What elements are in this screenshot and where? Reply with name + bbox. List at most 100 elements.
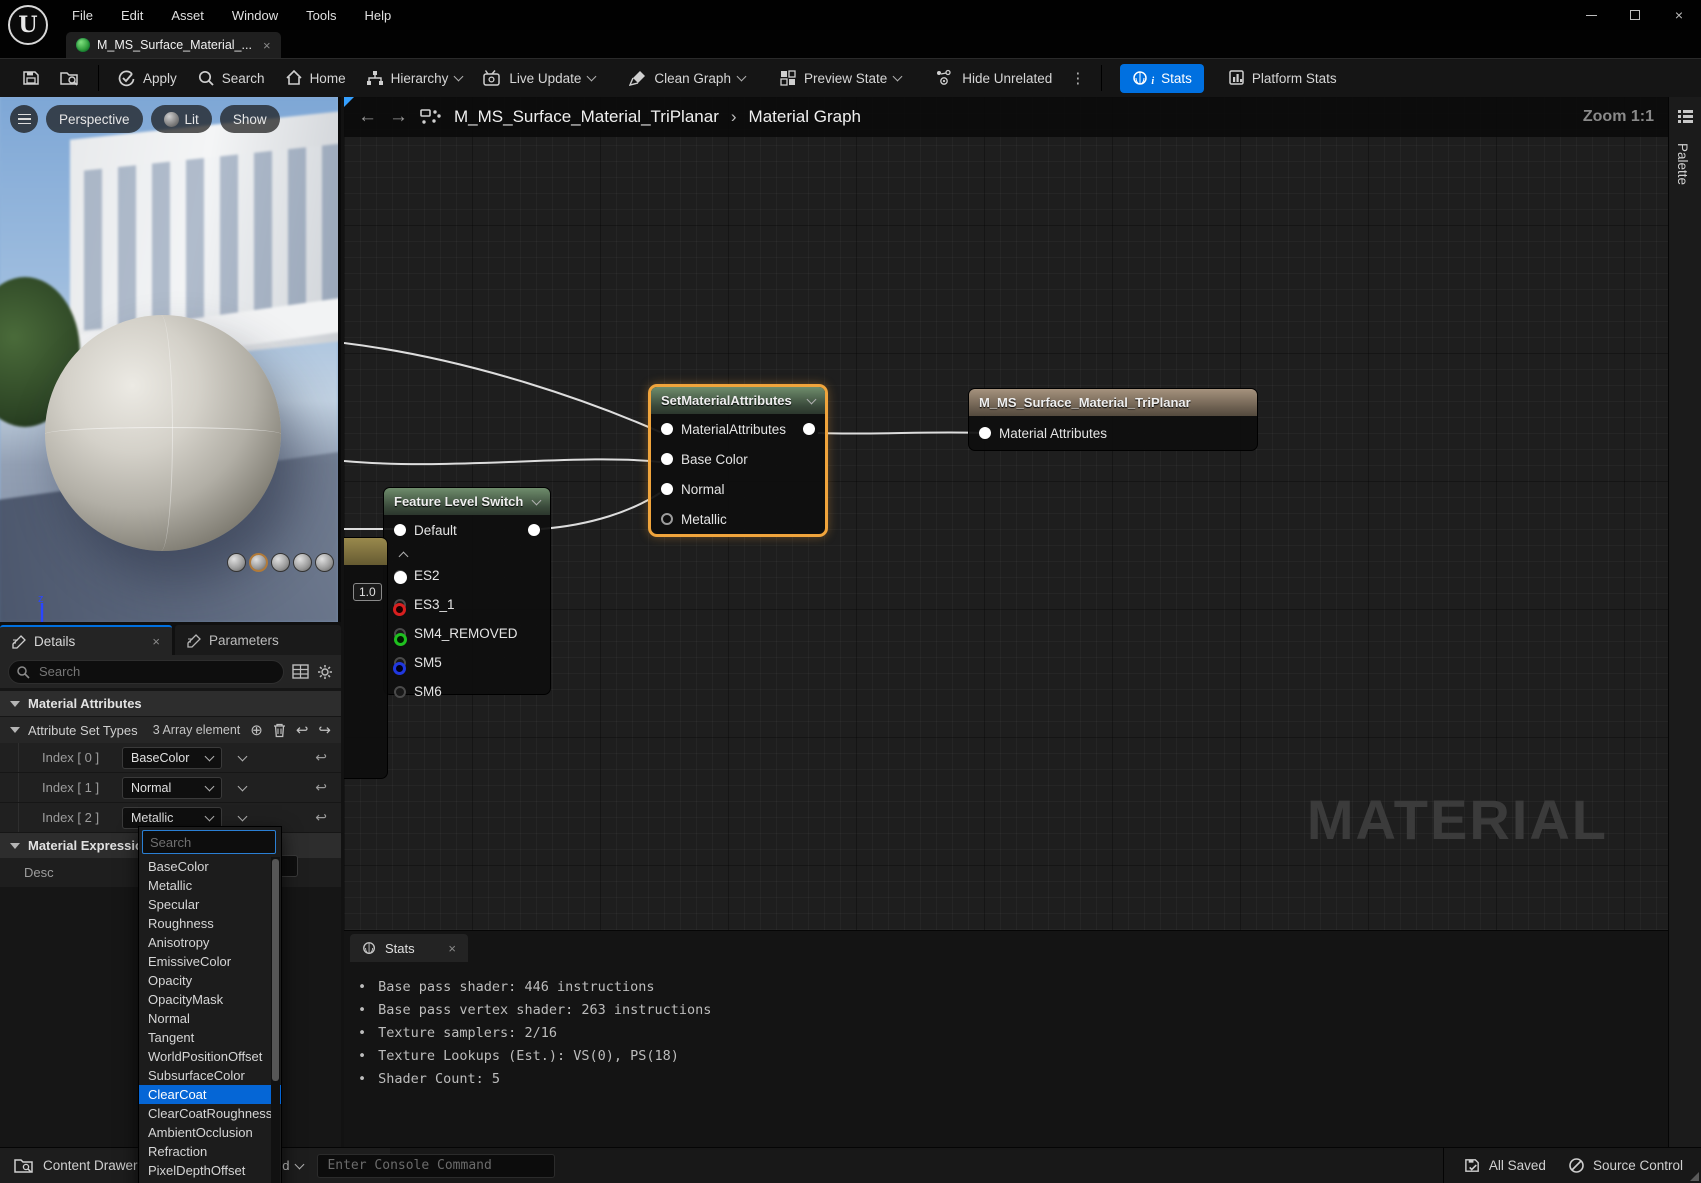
stats-tab-close-icon[interactable]: × (448, 941, 456, 956)
dropdown-item[interactable]: BaseColor (139, 857, 281, 876)
node-header[interactable] (344, 538, 387, 565)
tab-parameters[interactable]: Parameters (175, 625, 341, 655)
display-filter-icon[interactable] (292, 664, 309, 679)
input-pin-default[interactable] (394, 524, 406, 536)
settings-gear-icon[interactable] (317, 664, 333, 680)
node-header[interactable]: SetMaterialAttributes (651, 387, 825, 414)
menu-tools[interactable]: Tools (296, 4, 346, 27)
preview-mesh-cylinder-button[interactable] (227, 553, 246, 572)
nav-forward-icon[interactable]: → (389, 106, 408, 128)
tab-details[interactable]: Details × (0, 625, 172, 655)
redo-icon[interactable]: ↪ (318, 721, 331, 739)
node-material-output[interactable]: M_MS_Surface_Material_TriPlanar Material… (968, 388, 1258, 451)
unreal-logo-icon[interactable]: U (8, 5, 48, 45)
row-attribute-set-types[interactable]: Attribute Set Types 3 Array element ⊕ ↩ … (0, 717, 341, 743)
menu-window[interactable]: Window (222, 4, 288, 27)
index-0-reset-icon[interactable]: ↩ (315, 749, 327, 766)
dropdown-item[interactable]: Refraction (139, 1142, 281, 1161)
preview-viewport[interactable]: Perspective Lit Show z x (0, 97, 341, 622)
node-feature-level-switch[interactable]: Feature Level Switch Default ES2 ES3_1 S… (383, 487, 551, 699)
stats-toggle-button[interactable]: i Stats (1120, 63, 1204, 93)
search-button[interactable]: Search (187, 63, 275, 93)
dropdown-scrollbar[interactable] (271, 857, 280, 1183)
live-update-button[interactable]: Live Update (472, 63, 605, 93)
nav-back-icon[interactable]: ← (358, 106, 377, 128)
hide-unrelated-button[interactable]: Hide Unrelated (925, 63, 1062, 93)
browse-to-asset-button[interactable] (50, 63, 90, 93)
asset-tab-close-icon[interactable]: × (263, 38, 271, 53)
preview-state-button[interactable]: Preview State (769, 63, 911, 93)
preview-mesh-cube-button[interactable] (293, 553, 312, 572)
hierarchy-button[interactable]: Hierarchy (356, 63, 473, 93)
node-hidden-fragment[interactable] (344, 537, 388, 779)
hidden-node-pin-red[interactable] (393, 603, 406, 616)
input-pin-base-color[interactable] (661, 453, 673, 465)
dropdown-item[interactable]: Opacity (139, 971, 281, 990)
dropdown-item[interactable]: SubsurfaceColor (139, 1066, 281, 1085)
delete-array-icon[interactable] (273, 723, 286, 738)
hidden-node-pin-green[interactable] (394, 633, 407, 646)
input-pin-material-attributes[interactable] (979, 427, 991, 439)
output-pin-default[interactable] (528, 524, 540, 536)
hidden-node-value-box[interactable]: 1.0 (353, 583, 382, 601)
menu-file[interactable]: File (62, 4, 103, 27)
console-command-input[interactable] (317, 1153, 556, 1178)
toolbar-overflow-kebab-icon[interactable]: ⋮ (1062, 69, 1093, 87)
dropdown-item[interactable]: Normal (139, 1009, 281, 1028)
input-pin-normal[interactable] (661, 483, 673, 495)
asset-tab[interactable]: M_MS_Surface_Material_... × (66, 32, 281, 58)
undo-icon[interactable]: ↩ (296, 721, 309, 739)
source-control-button[interactable]: Source Control (1568, 1157, 1683, 1174)
index-2-reset-icon[interactable]: ↩ (315, 809, 327, 826)
add-array-element-icon[interactable]: ⊕ (250, 721, 263, 739)
input-pin-material-attributes[interactable] (661, 423, 673, 435)
menu-edit[interactable]: Edit (111, 4, 153, 27)
show-button[interactable]: Show (219, 105, 280, 133)
input-pin-sm6[interactable] (394, 685, 406, 698)
index-1-combo[interactable]: Normal (122, 776, 222, 799)
window-resize-grip[interactable] (1690, 1172, 1699, 1181)
node-header[interactable]: Feature Level Switch (384, 488, 550, 515)
dropdown-item[interactable]: OpacityMask (139, 990, 281, 1009)
stats-panel-tab[interactable]: Stats × (350, 934, 468, 962)
node-header[interactable]: M_MS_Surface_Material_TriPlanar (969, 389, 1257, 416)
dropdown-item[interactable]: EmissiveColor (139, 952, 281, 971)
apply-button[interactable]: Apply (107, 63, 187, 94)
dropdown-item[interactable]: ClearCoatRoughness (139, 1104, 281, 1123)
minimize-button[interactable] (1569, 0, 1613, 30)
scrollbar-thumb[interactable] (272, 859, 279, 1081)
preview-mesh-sphere-button[interactable] (249, 553, 268, 572)
dropdown-item[interactable]: Roughness (139, 914, 281, 933)
advanced-pins-collapse-button[interactable] (392, 548, 414, 562)
details-search-input[interactable] (8, 659, 284, 684)
dropdown-item[interactable]: AmbientOcclusion (139, 1123, 281, 1142)
dropdown-item[interactable]: Tangent (139, 1028, 281, 1047)
index-0-expand-icon[interactable] (237, 751, 247, 761)
node-set-material-attributes[interactable]: SetMaterialAttributes MaterialAttributes… (648, 384, 828, 537)
dropdown-search-input[interactable] (142, 830, 276, 854)
breadcrumb-graph-name[interactable]: Material Graph (749, 107, 861, 127)
home-button[interactable]: Home (275, 63, 356, 93)
breadcrumb-asset-name[interactable]: M_MS_Surface_Material_TriPlanar (454, 107, 719, 127)
hidden-node-pin-blue[interactable] (393, 662, 406, 675)
clean-graph-button[interactable]: Clean Graph (619, 63, 755, 93)
preview-mesh-plane-button[interactable] (271, 553, 290, 572)
all-saved-button[interactable]: All Saved (1464, 1157, 1546, 1174)
section-material-attributes[interactable]: Material Attributes (0, 691, 341, 716)
details-tab-close-icon[interactable]: × (152, 634, 160, 649)
close-button[interactable]: × (1657, 0, 1701, 30)
save-button[interactable] (12, 63, 50, 93)
perspective-button[interactable]: Perspective (46, 105, 143, 133)
dropdown-item[interactable]: Anisotropy (139, 933, 281, 952)
input-pin-metallic[interactable] (661, 513, 673, 525)
menu-help[interactable]: Help (354, 4, 401, 27)
dropdown-item[interactable]: PixelDepthOffset (139, 1161, 281, 1180)
maximize-button[interactable] (1613, 0, 1657, 30)
node-collapse-icon[interactable] (806, 394, 817, 404)
preview-sphere-mesh[interactable] (45, 315, 281, 551)
dropdown-item[interactable]: WorldPositionOffset (139, 1047, 281, 1066)
index-1-expand-icon[interactable] (237, 781, 247, 791)
lit-mode-button[interactable]: Lit (150, 105, 212, 133)
index-2-expand-icon[interactable] (237, 811, 247, 821)
dropdown-item-selected[interactable]: ClearCoat (139, 1085, 281, 1104)
